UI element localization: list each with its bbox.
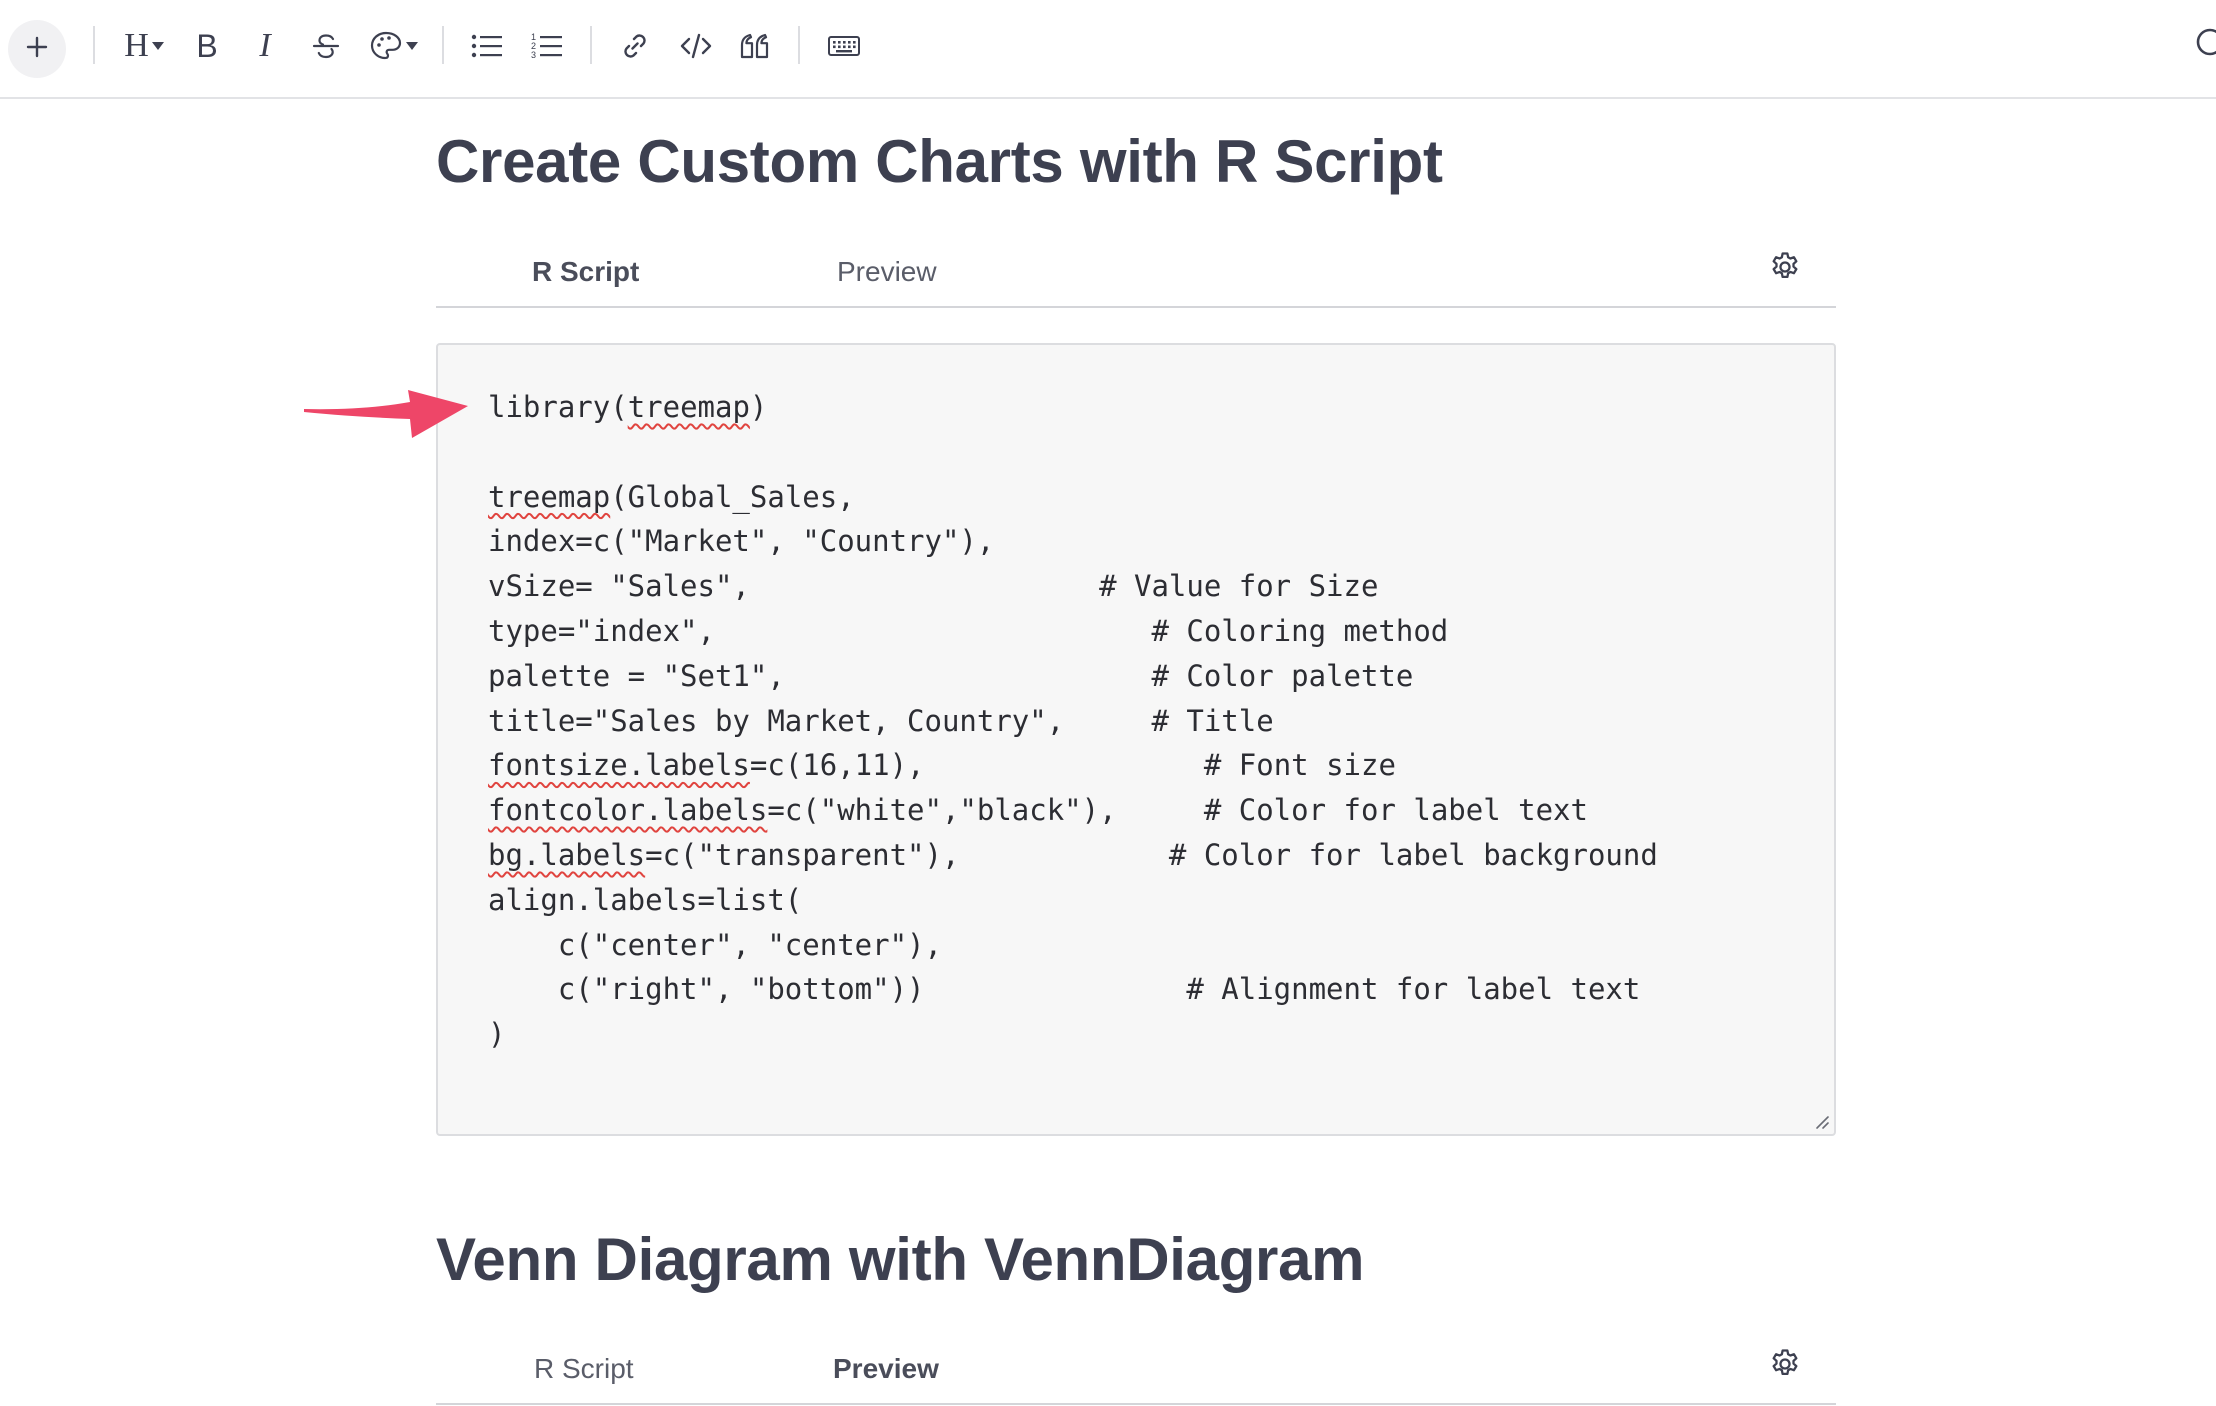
code-text: type="index", # Coloring method bbox=[488, 613, 1449, 648]
bold-icon: B bbox=[196, 27, 218, 64]
misspelled-word: fontcolor.labels bbox=[488, 793, 768, 828]
toolbar-divider bbox=[442, 26, 444, 64]
code-text: align.labels=list( bbox=[488, 882, 803, 917]
numbered-list-button[interactable]: 1 2 3 bbox=[528, 14, 566, 78]
editor-toolbar: H B I 1 2 3 bbox=[0, 0, 2216, 99]
code-text: ) bbox=[749, 390, 768, 424]
gear-icon bbox=[1768, 252, 1802, 288]
code-text: library( bbox=[488, 390, 628, 424]
blockquote-button[interactable] bbox=[736, 14, 774, 78]
heading-dropdown-button[interactable]: H bbox=[116, 14, 172, 78]
svg-text:3: 3 bbox=[531, 50, 536, 60]
code-line: type="index", # Coloring method bbox=[488, 614, 1448, 648]
code-text: ) bbox=[488, 1017, 506, 1052]
code-line: palette = "Set1", # Color palette bbox=[488, 659, 1413, 693]
plus-icon bbox=[26, 36, 48, 63]
heading-icon: H bbox=[124, 27, 149, 64]
code-text: c("right", "bottom")) # Alignment for la… bbox=[488, 972, 1641, 1007]
italic-icon: I bbox=[259, 27, 271, 64]
caret-down-icon bbox=[405, 42, 418, 50]
bullet-list-icon bbox=[471, 33, 503, 59]
misspelled-word: treemap bbox=[488, 479, 611, 514]
settings-button[interactable] bbox=[1768, 250, 1802, 284]
misspelled-word: bg.labels bbox=[488, 837, 646, 872]
code-text: palette = "Set1", # Color palette bbox=[488, 658, 1414, 693]
tab-preview[interactable]: Preview bbox=[833, 1335, 939, 1403]
code-text: title="Sales by Market, Country", # Titl… bbox=[488, 703, 1274, 738]
bold-button[interactable]: B bbox=[190, 14, 224, 78]
code-text: index=c("Market", "Country"), bbox=[488, 524, 995, 559]
strikethrough-button[interactable] bbox=[308, 14, 344, 78]
code-line: fontcolor.labels=c("white","black"), # C… bbox=[488, 793, 1588, 827]
misspelled-word: fontsize.labels bbox=[488, 748, 750, 783]
script-tabs: R Script Preview bbox=[436, 1335, 1836, 1405]
tab-r-script[interactable]: R Script bbox=[534, 1335, 634, 1403]
add-block-button[interactable] bbox=[8, 20, 66, 78]
resize-handle-icon[interactable] bbox=[1812, 1112, 1830, 1130]
caret-down-icon bbox=[151, 42, 164, 50]
code-line: fontsize.labels=c(16,11), # Font size bbox=[488, 748, 1396, 782]
strikethrough-icon bbox=[310, 30, 342, 62]
misspelled-word: treemap bbox=[627, 390, 750, 424]
code-line: vSize= "Sales", # Value for Size bbox=[488, 569, 1378, 603]
link-button[interactable] bbox=[616, 14, 654, 78]
settings-button[interactable] bbox=[1768, 1347, 1802, 1381]
toolbar-divider bbox=[93, 26, 95, 64]
code-line: title="Sales by Market, Country", # Titl… bbox=[488, 704, 1274, 738]
link-icon bbox=[619, 30, 651, 62]
toolbar-divider bbox=[590, 26, 592, 64]
inline-code-button[interactable] bbox=[676, 14, 716, 78]
code-text: =c("transparent"), # Color for label bac… bbox=[645, 837, 1658, 872]
code-line: c("right", "bottom")) # Alignment for la… bbox=[488, 972, 1641, 1007]
tab-preview[interactable]: Preview bbox=[837, 238, 937, 306]
search-button[interactable] bbox=[2192, 24, 2216, 68]
code-content[interactable]: library(treemap) treemap(Global_Sales, i… bbox=[488, 385, 1658, 1057]
bullet-list-button[interactable] bbox=[468, 14, 506, 78]
code-text: =c("white","black"), # Color for label t… bbox=[767, 793, 1588, 828]
code-text: (Global_Sales, bbox=[610, 479, 855, 514]
quote-icon bbox=[738, 31, 772, 61]
code-line: c("center", "center"), bbox=[488, 928, 942, 962]
section-title: Create Custom Charts with R Script bbox=[436, 128, 1443, 195]
toolbar-divider bbox=[798, 26, 800, 64]
r-script-editor[interactable]: library(treemap) treemap(Global_Sales, i… bbox=[436, 343, 1836, 1136]
code-line: index=c("Market", "Country"), bbox=[488, 524, 994, 558]
code-text: vSize= "Sales", # Value for Size bbox=[488, 569, 1379, 604]
keyboard-shortcuts-button[interactable] bbox=[824, 14, 864, 78]
annotation-arrow-icon bbox=[302, 374, 470, 440]
keyboard-icon bbox=[827, 34, 861, 58]
code-line: bg.labels=c("transparent"), # Color for … bbox=[488, 838, 1658, 872]
script-tabs: R Script Preview bbox=[436, 238, 1836, 308]
code-icon bbox=[679, 32, 713, 60]
gear-icon bbox=[1768, 1349, 1802, 1385]
palette-icon bbox=[369, 30, 403, 62]
code-line: ) bbox=[488, 1017, 505, 1051]
code-text: c("center", "center"), bbox=[488, 927, 942, 962]
italic-button[interactable]: I bbox=[248, 14, 282, 78]
code-line: treemap(Global_Sales, bbox=[488, 480, 855, 514]
search-icon bbox=[2192, 28, 2216, 68]
code-line: align.labels=list( bbox=[488, 883, 802, 917]
code-line: library(treemap) bbox=[488, 390, 767, 424]
tab-r-script[interactable]: R Script bbox=[532, 238, 639, 306]
text-color-dropdown-button[interactable] bbox=[366, 14, 420, 78]
numbered-list-icon: 1 2 3 bbox=[531, 32, 563, 60]
code-text: =c(16,11), # Font size bbox=[749, 748, 1396, 783]
section-title: Venn Diagram with VennDiagram bbox=[436, 1226, 1365, 1293]
